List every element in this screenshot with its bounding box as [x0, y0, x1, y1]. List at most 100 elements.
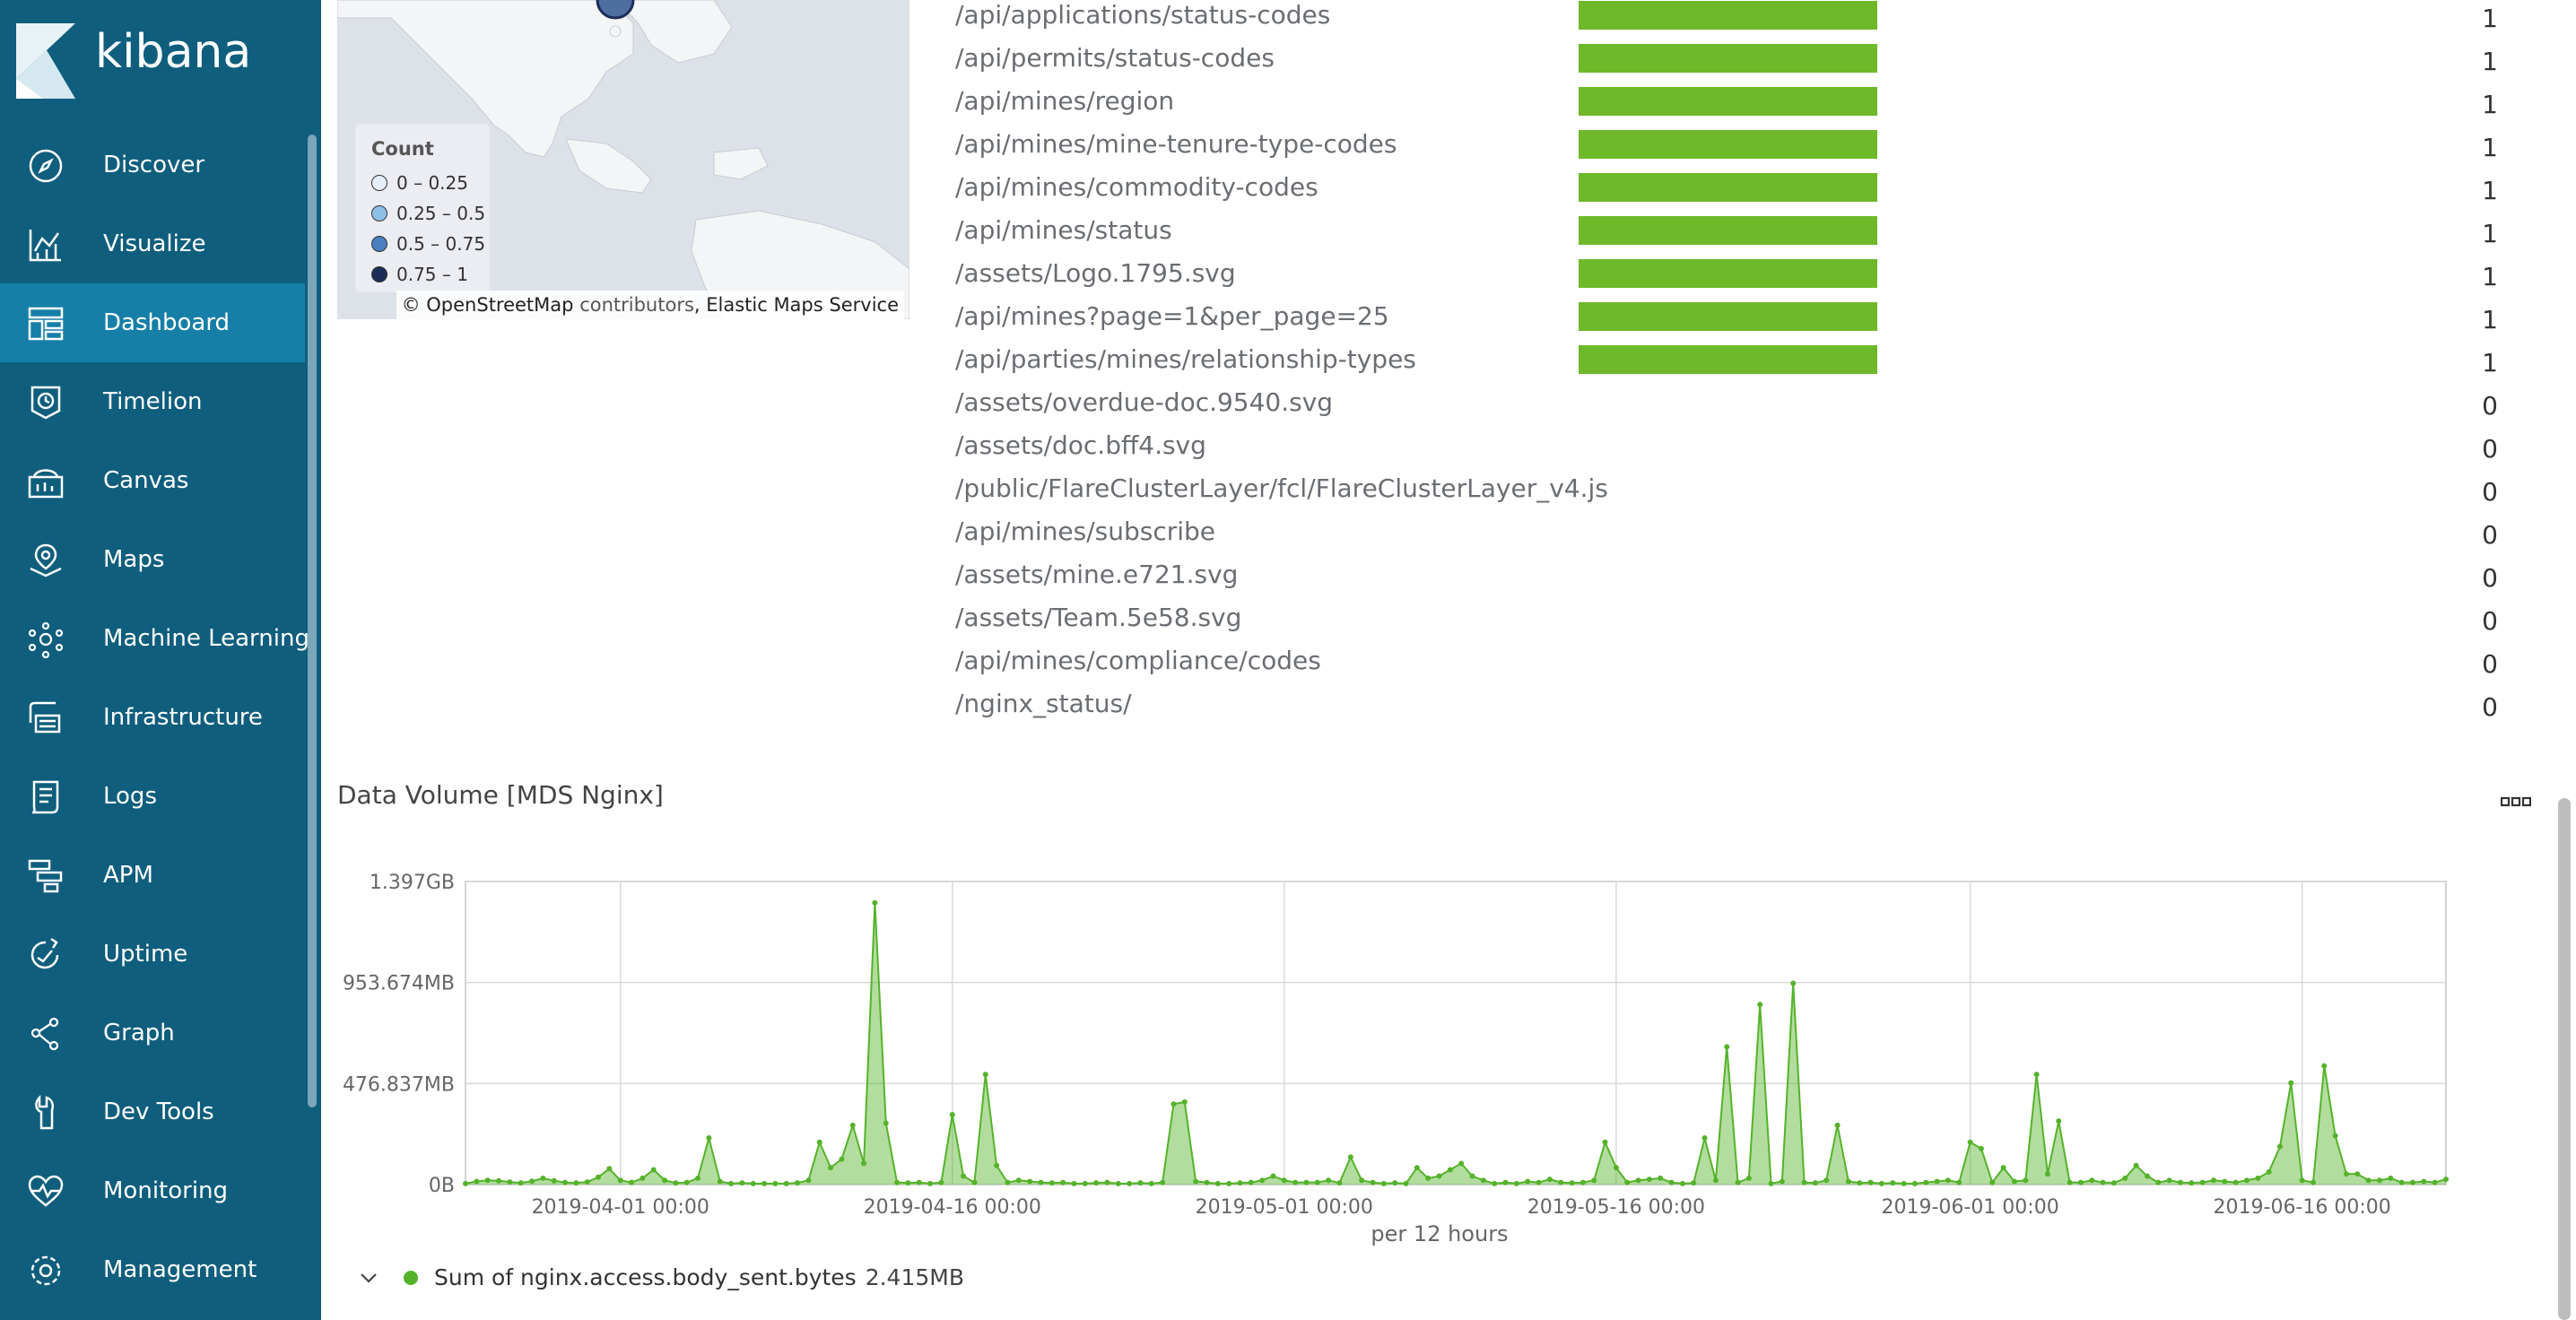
sidebar-item-management[interactable]: Management [0, 1230, 305, 1309]
data-point[interactable] [2144, 1173, 2150, 1179]
data-point[interactable] [783, 1180, 789, 1186]
attribution-link[interactable]: contributors [579, 294, 694, 316]
data-point[interactable] [474, 1178, 480, 1185]
data-point[interactable] [2177, 1179, 2183, 1185]
data-point[interactable] [761, 1180, 768, 1186]
data-point[interactable] [739, 1180, 745, 1186]
data-point[interactable] [1326, 1177, 1332, 1184]
data-point[interactable] [2343, 1171, 2349, 1177]
request-path[interactable]: /api/applications/status-codes [955, 0, 1330, 30]
data-point[interactable] [1934, 1178, 1940, 1185]
data-point[interactable] [1237, 1180, 1243, 1186]
data-point[interactable] [2199, 1179, 2206, 1185]
data-point[interactable] [2388, 1175, 2394, 1181]
data-point[interactable] [905, 1180, 911, 1186]
data-point[interactable] [1104, 1179, 1110, 1185]
count-bar[interactable] [1579, 1, 1877, 30]
data-point[interactable] [2133, 1162, 2139, 1168]
region-map[interactable]: Count 0 – 0.25 0.25 – 0.5 0.5 – 0.75 0.7… [337, 0, 909, 319]
data-point[interactable] [1867, 1179, 1874, 1185]
request-path[interactable]: /nginx_status/ [955, 689, 1132, 718]
data-point[interactable] [2398, 1179, 2405, 1185]
data-point[interactable] [1724, 1044, 1730, 1050]
data-point[interactable] [1580, 1179, 1586, 1185]
data-point[interactable] [2210, 1177, 2216, 1184]
data-point[interactable] [1171, 1101, 1177, 1107]
sidebar-item-dev-tools[interactable]: Dev Tools [0, 1072, 305, 1151]
data-point[interactable] [562, 1179, 569, 1185]
data-point[interactable] [1679, 1180, 1685, 1186]
data-point[interactable] [507, 1179, 513, 1185]
data-point[interactable] [2321, 1063, 2328, 1069]
sidebar-item-machine-learning[interactable]: Machine Learning [0, 599, 309, 678]
request-path[interactable]: /api/mines/status [955, 215, 1172, 245]
data-point[interactable] [1624, 1179, 1631, 1185]
data-point[interactable] [1536, 1179, 1542, 1185]
data-point[interactable] [1779, 1178, 1785, 1185]
request-path[interactable]: /api/mines/mine-tenure-type-codes [955, 129, 1397, 159]
data-point[interactable] [938, 1179, 944, 1185]
data-point[interactable] [949, 1112, 955, 1118]
sidebar-item-dashboard[interactable]: Dashboard [0, 283, 305, 362]
data-point[interactable] [1492, 1180, 1498, 1186]
count-bar[interactable] [1579, 259, 1877, 288]
data-point[interactable] [2432, 1179, 2438, 1185]
data-point[interactable] [772, 1180, 779, 1186]
data-point[interactable] [1812, 1180, 1818, 1186]
data-point[interactable] [1314, 1179, 1320, 1185]
data-point[interactable] [1469, 1173, 1475, 1179]
data-point[interactable] [1658, 1175, 1664, 1181]
request-path[interactable]: /assets/mine.e721.svg [955, 560, 1238, 589]
data-point[interactable] [927, 1180, 934, 1186]
series-line[interactable] [465, 902, 2447, 1185]
request-path[interactable]: /api/permits/status-codes [955, 43, 1275, 73]
data-point[interactable] [1635, 1177, 1641, 1184]
data-point[interactable] [2232, 1179, 2239, 1185]
data-point[interactable] [2443, 1177, 2449, 1183]
data-point[interactable] [1967, 1139, 1973, 1145]
request-path[interactable]: /api/parties/mines/relationship-types [955, 344, 1416, 374]
data-point[interactable] [1248, 1179, 1254, 1185]
count-bar[interactable] [1579, 345, 1877, 374]
data-point[interactable] [2100, 1179, 2106, 1185]
data-point[interactable] [484, 1177, 491, 1184]
data-point[interactable] [1923, 1179, 1929, 1185]
data-point[interactable] [1281, 1177, 1287, 1184]
data-point[interactable] [1148, 1180, 1154, 1186]
sidebar-item-timelion[interactable]: Timelion [0, 362, 305, 441]
request-path[interactable]: /assets/Team.5e58.svg [955, 603, 1241, 632]
sidebar-item-discover[interactable]: Discover [0, 126, 305, 204]
panel-options-icon[interactable] [2501, 796, 2531, 809]
data-point[interactable] [2299, 1177, 2305, 1184]
request-path[interactable]: /assets/overdue-doc.9540.svg [955, 387, 1333, 417]
data-point[interactable] [2089, 1177, 2095, 1184]
data-point[interactable] [849, 1122, 856, 1128]
data-point[interactable] [1015, 1177, 1022, 1184]
data-point[interactable] [1137, 1180, 1144, 1186]
data-point[interactable] [1735, 1179, 1741, 1185]
request-path[interactable]: /api/mines/subscribe [955, 517, 1215, 546]
data-point[interactable] [1901, 1180, 1907, 1186]
data-point[interactable] [2421, 1178, 2427, 1185]
sidebar-item-infrastructure[interactable]: Infrastructure [0, 678, 305, 757]
data-point[interactable] [1691, 1180, 1697, 1186]
data-point[interactable] [673, 1180, 679, 1186]
data-point[interactable] [1259, 1177, 1266, 1184]
data-point[interactable] [529, 1178, 535, 1185]
chevron-down-icon[interactable] [359, 1268, 379, 1288]
data-point[interactable] [629, 1179, 635, 1185]
data-point[interactable] [2122, 1175, 2128, 1181]
data-point[interactable] [2288, 1080, 2294, 1086]
sidebar-scrollbar[interactable] [308, 135, 317, 1107]
sidebar-item-canvas[interactable]: Canvas [0, 441, 305, 520]
data-point[interactable] [518, 1180, 524, 1186]
data-point[interactable] [1502, 1179, 1509, 1185]
data-point[interactable] [1226, 1180, 1232, 1186]
data-point[interactable] [2365, 1177, 2371, 1184]
data-point[interactable] [496, 1177, 502, 1184]
data-point[interactable] [1181, 1099, 1188, 1105]
data-point[interactable] [1370, 1179, 1376, 1185]
data-point[interactable] [617, 1177, 623, 1184]
data-point[interactable] [839, 1156, 845, 1162]
data-point[interactable] [1823, 1177, 1830, 1184]
